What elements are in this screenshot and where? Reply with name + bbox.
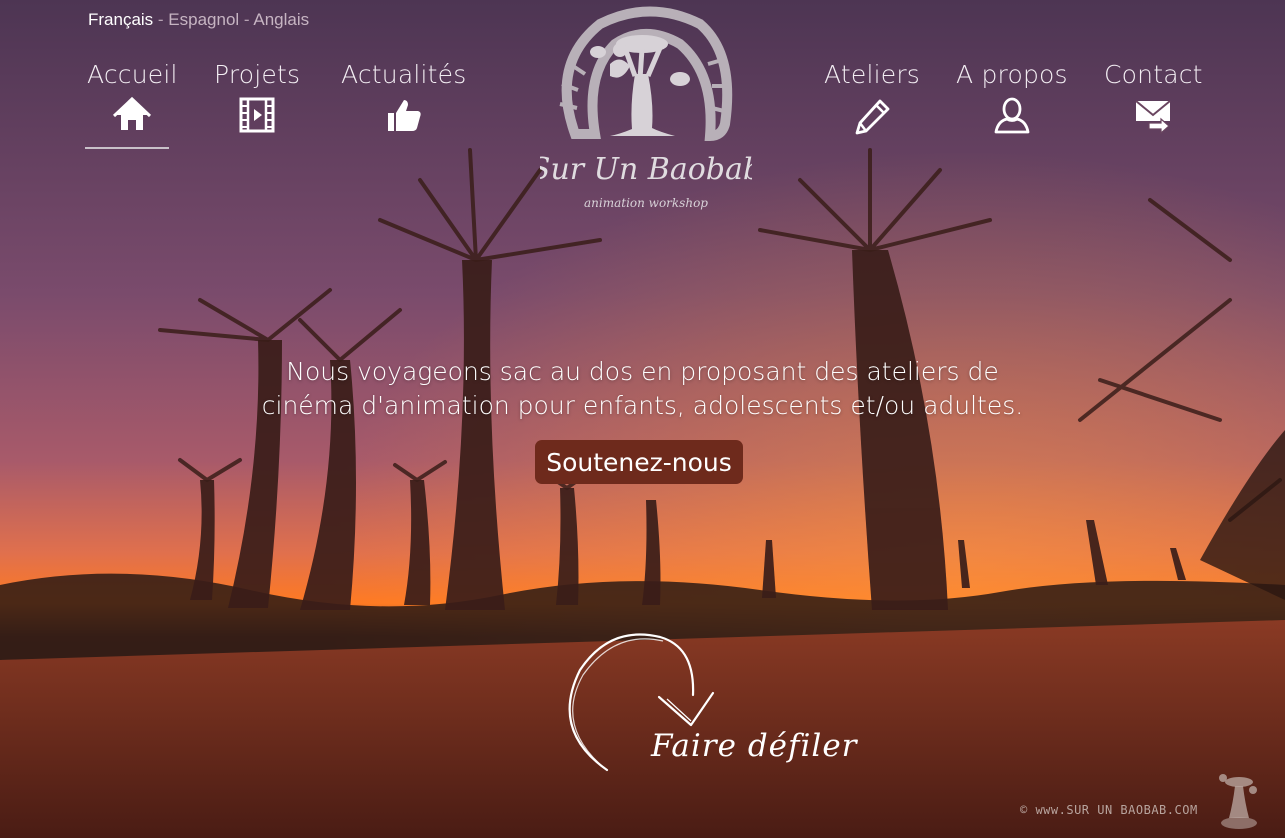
logo-subtitle: animation workshop bbox=[584, 196, 708, 210]
nav-item-a-propos[interactable]: A propos bbox=[956, 60, 1068, 135]
nav-item-label: Accueil bbox=[87, 60, 178, 89]
film-icon bbox=[239, 97, 275, 133]
nav-item-actualites[interactable]: Actualités bbox=[341, 60, 466, 135]
language-separator: - bbox=[239, 10, 254, 29]
mail-forward-icon bbox=[1135, 100, 1171, 135]
home-icon bbox=[113, 96, 152, 130]
scroll-down-label: Faire défiler bbox=[651, 728, 858, 764]
nav-item-accueil[interactable]: Accueil bbox=[87, 60, 178, 135]
hero-line-1: Nous voyageons sac au dos en proposant d… bbox=[286, 357, 999, 386]
hero-line-2: cinéma d'animation pour enfants, adolesc… bbox=[261, 391, 1024, 420]
language-english-link[interactable]: Anglais bbox=[253, 10, 309, 29]
nav-item-label: Projets bbox=[214, 60, 301, 89]
language-switcher: Français - Espagnol - Anglais bbox=[88, 10, 309, 30]
nav-item-label: Contact bbox=[1104, 60, 1203, 89]
nav-item-ateliers[interactable]: Ateliers bbox=[824, 60, 920, 135]
nav-item-label: A propos bbox=[956, 60, 1068, 89]
nav-item-label: Ateliers bbox=[824, 60, 921, 89]
sur-un-baobab-logo[interactable]: Sur Un Baobab animation workshop bbox=[540, 4, 752, 216]
support-us-button[interactable]: Soutenez-nous bbox=[535, 440, 743, 484]
nav-item-label: Actualités bbox=[341, 60, 467, 89]
logo-title: Sur Un Baobab bbox=[540, 152, 752, 187]
user-icon bbox=[994, 97, 1030, 134]
pencil-icon bbox=[855, 99, 890, 135]
mascot-logo-icon bbox=[1219, 774, 1257, 829]
nav-item-projets[interactable]: Projets bbox=[214, 60, 300, 135]
nav-item-contact[interactable]: Contact bbox=[1104, 60, 1203, 135]
language-french-link[interactable]: Français bbox=[88, 10, 153, 29]
thumbs-up-icon bbox=[387, 100, 421, 131]
active-nav-indicator bbox=[85, 147, 169, 149]
language-separator: - bbox=[153, 10, 169, 29]
hero-description: Nous voyageons sac au dos en proposant d… bbox=[200, 355, 1085, 423]
copyright-text: © www.SUR UN BAOBAB.COM bbox=[1020, 803, 1198, 817]
language-spanish-link[interactable]: Espagnol bbox=[168, 10, 239, 29]
